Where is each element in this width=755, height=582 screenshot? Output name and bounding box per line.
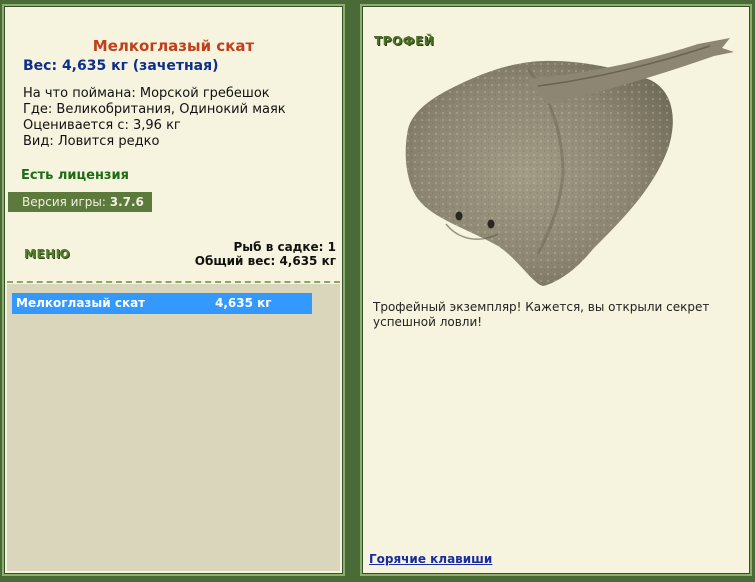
version-value: 3.7.6 xyxy=(109,195,144,209)
left-panel: Мелкоглазый скат Вес: 4,635 кг (зачетная… xyxy=(2,4,345,576)
version-badge: Версия игры: 3.7.6 xyxy=(8,192,152,212)
fish-bait: На что поймана: Морской гребешок xyxy=(23,86,270,101)
list-item-name: Мелкоглазый скат xyxy=(16,296,146,310)
catch-list: Мелкоглазый скат 4,635 кг xyxy=(7,284,340,571)
list-item[interactable]: Мелкоглазый скат 4,635 кг xyxy=(12,293,312,314)
divider xyxy=(7,281,340,283)
fish-location: Где: Великобритания, Одинокий маяк xyxy=(23,102,286,117)
license-status: Есть лицензия xyxy=(21,168,129,183)
total-weight: Общий вес: 4,635 кг xyxy=(194,254,336,268)
fish-count: Рыб в садке: 1 xyxy=(233,240,337,254)
skate-fish-image xyxy=(405,38,734,286)
fish-weight: Вес: 4,635 кг (зачетная) xyxy=(23,58,219,74)
list-item-weight: 4,635 кг xyxy=(215,296,272,310)
fish-name-title: Мелкоглазый скат xyxy=(92,37,255,55)
keepnet-stats: Рыб в садке: 1 Общий вес: 4,635 кг xyxy=(195,240,336,268)
fish-valued-from: Оценивается с: 3,96 кг xyxy=(23,118,181,133)
trophy-description: Трофейный экземпляр! Кажется, вы открыли… xyxy=(373,300,710,329)
right-panel: ТРОФЕЙ Трофейный экземпляр! Кажется, вы … xyxy=(360,4,752,576)
version-label: Версия игры: xyxy=(22,195,106,209)
fish-species: Вид: Ловится редко xyxy=(23,134,160,149)
hotkeys-link[interactable]: Горячие клавиши xyxy=(369,552,492,566)
menu-button[interactable]: МЕНЮ xyxy=(24,247,70,261)
